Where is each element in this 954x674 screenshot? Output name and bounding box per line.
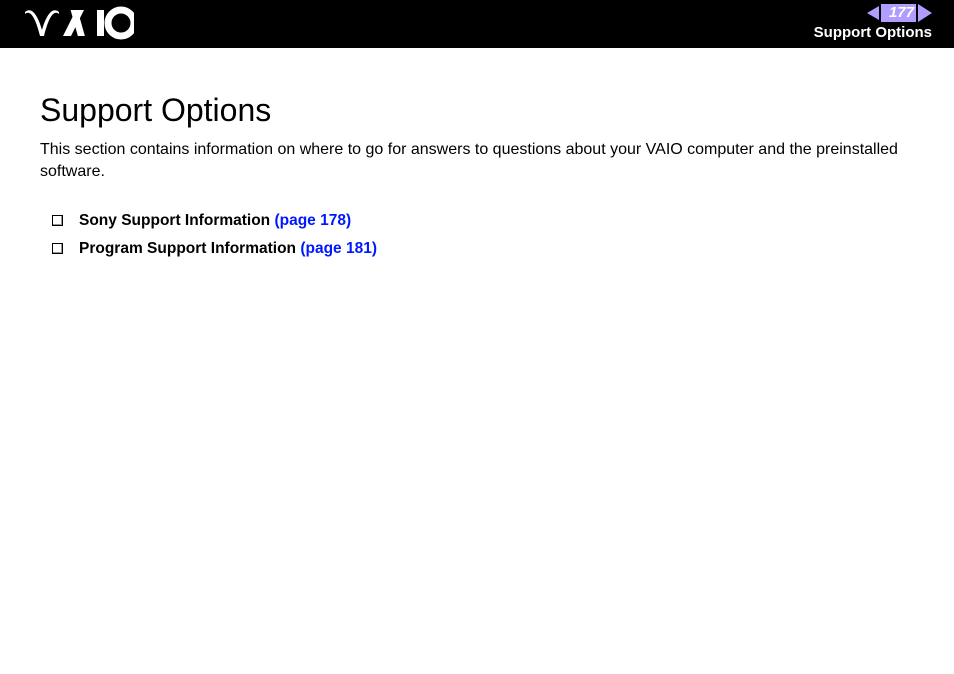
page-nav: 177 (814, 4, 932, 22)
list-item-link[interactable]: (page 181) (300, 240, 377, 257)
page-number-badge: 177 (881, 4, 916, 22)
bullet-icon (52, 243, 63, 254)
page-title: Support Options (40, 92, 914, 129)
page-number: 177 (889, 4, 914, 22)
intro-text: This section contains information on whe… (40, 139, 914, 182)
page-header: 177 Support Options (0, 0, 954, 48)
document-page: 177 Support Options Support Options This… (0, 0, 954, 674)
page-content: Support Options This section contains in… (0, 48, 954, 258)
toc-list: Sony Support Information (page 178) Prog… (40, 212, 914, 258)
next-page-icon[interactable] (918, 4, 932, 22)
list-item-label: Program Support Information (79, 240, 300, 257)
header-section-title: Support Options (814, 24, 932, 41)
list-item: Sony Support Information (page 178) (52, 212, 914, 230)
header-right: 177 Support Options (814, 4, 932, 41)
list-item: Program Support Information (page 181) (52, 240, 914, 258)
prev-page-icon[interactable] (867, 6, 879, 20)
vaio-logo (24, 6, 134, 47)
bullet-icon (52, 215, 63, 226)
list-item-label: Sony Support Information (79, 212, 274, 229)
list-item-link[interactable]: (page 178) (274, 212, 351, 229)
